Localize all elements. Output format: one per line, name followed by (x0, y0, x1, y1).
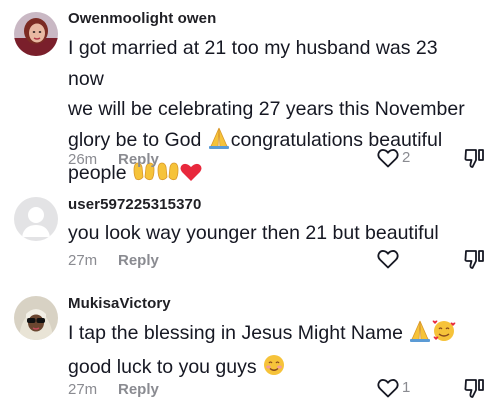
red-heart-emoji (180, 161, 202, 192)
reply-button[interactable]: Reply (118, 381, 159, 398)
heart-outline-icon (377, 379, 399, 398)
like-button[interactable] (376, 247, 426, 273)
avatar[interactable] (14, 12, 58, 56)
reply-button[interactable]: Reply (118, 252, 159, 269)
comment-timestamp: 27m (68, 381, 98, 398)
heart-outline-icon (377, 149, 399, 168)
like-button[interactable]: 2 (376, 146, 426, 172)
comment-text-line: I got married at 21 too my husband was 2… (68, 37, 438, 90)
default-avatar-icon (22, 207, 50, 237)
comment-username[interactable]: user597225315370 (68, 196, 201, 213)
comment-username[interactable]: Owenmoolight owen (68, 10, 216, 27)
heart-outline-icon (377, 250, 399, 269)
reply-button[interactable]: Reply (118, 151, 159, 168)
comment-text-segment: glory be to God (68, 128, 207, 151)
comment-text-segment: I tap the blessing in Jesus Might Name (68, 322, 409, 344)
raising-hands-emoji (156, 160, 180, 192)
like-button[interactable]: 1 (376, 376, 426, 402)
thumbs-down-icon (464, 379, 484, 398)
folded-hands-emoji (207, 127, 231, 159)
like-count: 2 (402, 149, 411, 166)
comment-text-line: we will be celebrating 27 years this Nov… (68, 98, 465, 120)
comment-timestamp: 27m (68, 252, 98, 269)
comment-username[interactable]: MukisaVictory (68, 295, 171, 312)
comment-text-line: you look way younger then 21 but beautif… (68, 222, 439, 244)
dislike-button[interactable] (462, 146, 488, 172)
thumbs-down-icon (464, 250, 484, 269)
folded-hands-emoji (408, 320, 432, 352)
comment-text-segment: good luck to you guys (68, 355, 263, 378)
dislike-button[interactable] (462, 376, 488, 402)
comment-timestamp: 26m (68, 151, 98, 168)
smiling-face-emoji (262, 354, 286, 386)
comment-text: I tap the blessing in Jesus Might Name g… (68, 318, 468, 385)
comment-text-line: I tap the blessing in Jesus Might Name (68, 318, 468, 352)
comment-text: you look way younger then 21 but beautif… (68, 218, 468, 249)
dislike-button[interactable] (462, 247, 488, 273)
thumbs-down-icon (464, 149, 484, 168)
smiling-face-with-hearts-emoji (432, 320, 456, 352)
like-count: 1 (402, 379, 411, 396)
avatar[interactable] (14, 296, 58, 340)
avatar[interactable] (14, 197, 58, 241)
